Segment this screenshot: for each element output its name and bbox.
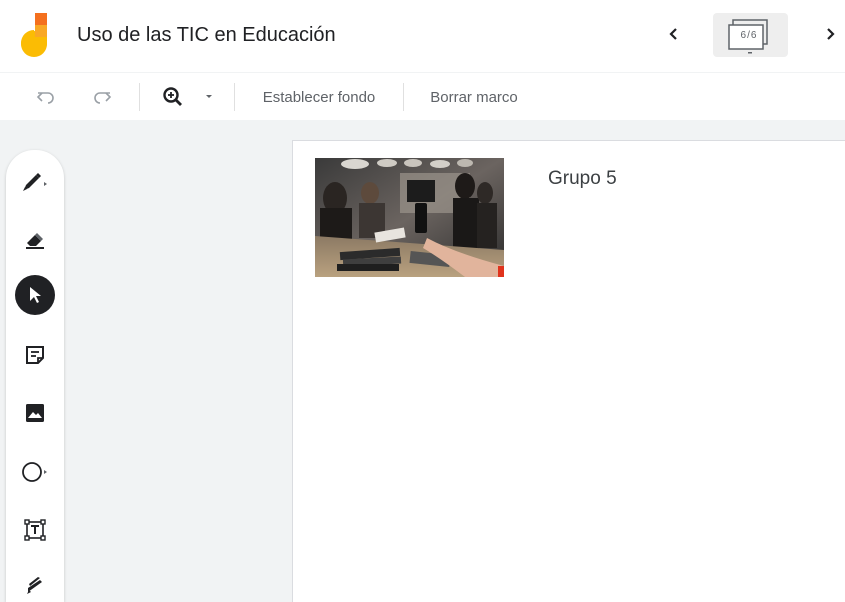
clear-frame-label: Borrar marco bbox=[430, 88, 518, 106]
toolbar-divider bbox=[234, 83, 235, 111]
text-box-tool[interactable] bbox=[15, 510, 55, 550]
jamboard-logo bbox=[18, 13, 52, 59]
chevron-left-icon bbox=[669, 28, 677, 40]
zoom-dropdown-button[interactable] bbox=[200, 81, 218, 113]
circle-icon bbox=[22, 462, 47, 482]
shape-tool[interactable] bbox=[15, 452, 55, 492]
jam-canvas[interactable]: Grupo 5 bbox=[292, 140, 845, 602]
toolbar-divider bbox=[139, 83, 140, 111]
next-frame-button[interactable] bbox=[816, 18, 844, 50]
app-header: Uso de las TIC en Educación 6/6 bbox=[0, 0, 845, 72]
eraser-tool[interactable] bbox=[15, 220, 55, 260]
text-box-group-label[interactable]: Grupo 5 bbox=[548, 168, 617, 190]
sticky-note-tool[interactable] bbox=[15, 335, 55, 375]
dropdown-arrow-icon bbox=[206, 95, 212, 98]
previous-frame-button[interactable] bbox=[660, 18, 688, 50]
meeting-photo[interactable] bbox=[315, 158, 504, 277]
pen-tool[interactable] bbox=[15, 162, 55, 202]
clear-frame-button[interactable]: Borrar marco bbox=[418, 81, 530, 113]
select-cursor-icon bbox=[30, 287, 41, 303]
jamboard-app: Uso de las TIC en Educación 6/6 Establec… bbox=[0, 0, 845, 602]
set-background-label: Establecer fondo bbox=[262, 88, 376, 106]
zoom-in-icon bbox=[163, 87, 182, 106]
image-tool[interactable] bbox=[15, 393, 55, 433]
image-icon bbox=[26, 404, 44, 422]
frame-counter-text: 6/6 bbox=[740, 30, 758, 41]
redo-button[interactable] bbox=[86, 81, 118, 113]
set-background-button[interactable]: Establecer fondo bbox=[248, 81, 390, 113]
redo-icon bbox=[94, 92, 112, 104]
main-toolbar: Establecer fondo Borrar marco bbox=[0, 72, 845, 120]
toolbar-divider bbox=[403, 83, 404, 111]
select-tool[interactable] bbox=[15, 275, 55, 315]
laser-tool[interactable] bbox=[15, 565, 55, 602]
zoom-button[interactable] bbox=[156, 81, 190, 113]
text-box-icon bbox=[24, 519, 46, 541]
laser-icon bbox=[27, 577, 42, 594]
undo-icon bbox=[36, 92, 54, 104]
document-title[interactable]: Uso de las TIC en Educación bbox=[77, 24, 336, 47]
chevron-right-icon bbox=[827, 28, 835, 40]
pen-icon bbox=[23, 173, 47, 191]
tools-sidebar bbox=[6, 150, 64, 602]
undo-button[interactable] bbox=[30, 81, 62, 113]
sticky-note-icon bbox=[26, 346, 44, 364]
frame-bar-toggle[interactable]: 6/6 bbox=[713, 13, 788, 57]
eraser-icon bbox=[26, 233, 44, 249]
